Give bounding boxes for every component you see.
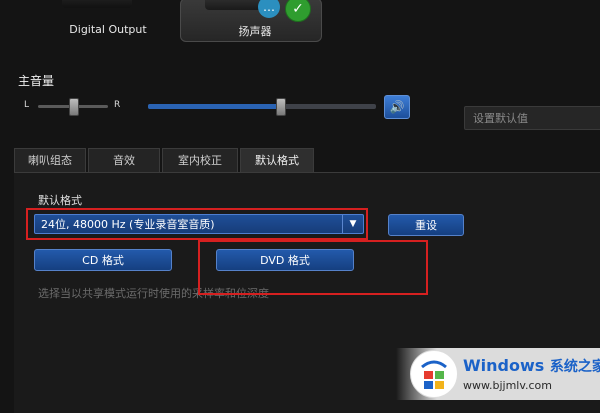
watermark-url: www.bjjmlv.com <box>463 379 552 392</box>
master-volume-thumb[interactable] <box>276 98 287 116</box>
speaker-icon: 🔊 <box>389 100 405 114</box>
tab-default-format[interactable]: 默认格式 <box>240 148 314 172</box>
highlight-box-select <box>26 208 368 240</box>
tab-speaker-config[interactable]: 喇叭组态 <box>14 148 86 172</box>
balance-left-label: L <box>24 100 30 110</box>
set-default-dropdown[interactable]: 设置默认值 <box>464 106 600 130</box>
master-volume-title: 主音量 <box>18 74 55 88</box>
highlight-box-dvd <box>198 240 428 295</box>
tab-room-correction[interactable]: 室内校正 <box>162 148 238 172</box>
balance-right-label: R <box>114 100 121 110</box>
watermark-title-cn: 系统之家 <box>549 359 600 375</box>
speaker-device-image <box>205 0 265 10</box>
windows-logo-icon <box>410 350 458 398</box>
digital-output-label: Digital Output <box>69 23 147 36</box>
watermark-title-en: Windows <box>463 356 545 375</box>
balance-slider-thumb[interactable] <box>69 98 79 116</box>
master-volume-slider[interactable] <box>148 98 376 116</box>
mute-button[interactable]: 🔊 <box>384 95 410 119</box>
cd-format-button[interactable]: CD 格式 <box>34 249 172 271</box>
default-format-label: 默认格式 <box>38 194 82 207</box>
master-volume-fill <box>148 104 281 109</box>
reset-button[interactable]: 重设 <box>388 214 464 236</box>
speaker-label: 扬声器 <box>238 25 272 38</box>
balance-slider[interactable] <box>38 98 108 116</box>
watermark-title: Windows 系统之家 <box>463 356 600 376</box>
tab-sound-effects[interactable]: 音效 <box>88 148 160 172</box>
digital-output-device-image[interactable] <box>62 0 132 8</box>
